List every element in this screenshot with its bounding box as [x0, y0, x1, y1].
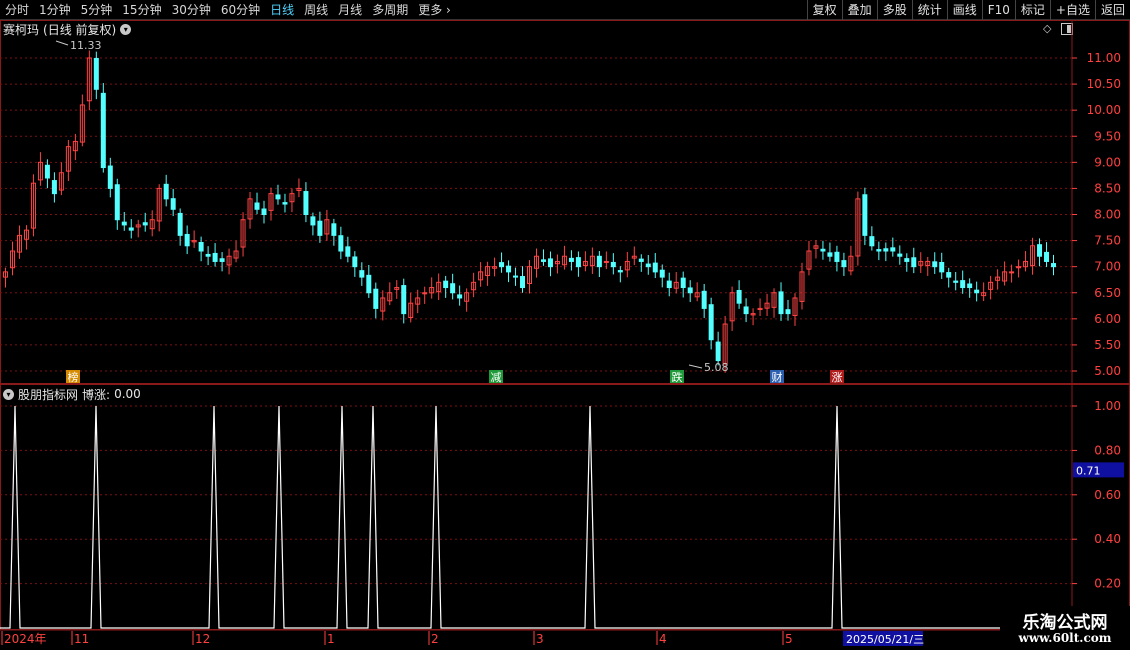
period-tab-6[interactable]: 日线 — [265, 0, 299, 20]
date-tick-label: 12 — [195, 632, 210, 646]
period-tab-2[interactable]: 5分钟 — [76, 0, 118, 20]
period-tab-7[interactable]: 周线 — [299, 0, 333, 20]
tool-button-2[interactable]: 多股 — [876, 0, 912, 20]
tool-button-4[interactable]: 画线 — [946, 0, 982, 20]
chevron-down-icon[interactable]: ▾ — [3, 388, 14, 400]
watermark: 乐淘公式网 www.60lt.com — [1000, 606, 1130, 650]
period-tab-1[interactable]: 1分钟 — [34, 0, 76, 20]
indicator-name: 股朋指标网 — [18, 387, 79, 402]
period-tab-10[interactable]: 更多 › — [413, 0, 456, 20]
stock-name: 赛柯玛 — [3, 22, 40, 37]
chart-mode: (日线 前复权) — [43, 22, 117, 37]
tool-button-7[interactable]: +自选 — [1049, 0, 1095, 20]
date-tick-label: 4 — [659, 632, 667, 646]
tool-button-3[interactable]: 统计 — [911, 0, 947, 20]
period-tab-8[interactable]: 月线 — [333, 0, 367, 20]
chevron-down-icon[interactable]: ▾ — [120, 23, 132, 35]
period-tabs: 分时 1分钟 5分钟 15分钟 30分钟 60分钟 日线 周线 月线 多周期 更多 › — [0, 0, 456, 20]
date-axis: 2024年 11 12 1 2 3 4 5 2025/05/21/三 — [0, 629, 1130, 646]
period-tab-4[interactable]: 30分钟 — [167, 0, 216, 20]
tool-button-1[interactable]: 叠加 — [841, 0, 877, 20]
date-tick-label: 5 — [785, 632, 793, 646]
date-tick-label: 11 — [74, 632, 89, 646]
tool-button-0[interactable]: 复权 — [806, 0, 842, 20]
indicator-panel-title: ▾ 股朋指标网 博涨: 0.00 — [3, 386, 141, 402]
period-tab-5[interactable]: 60分钟 — [216, 0, 265, 20]
tool-buttons: 复权 叠加 多股 统计 画线 F10 标记 +自选 返回 — [806, 0, 1130, 20]
cursor-date-box — [843, 631, 923, 646]
period-tab-0[interactable]: 分时 — [0, 0, 34, 20]
period-toolbar: 分时 1分钟 5分钟 15分钟 30分钟 60分钟 日线 周线 月线 多周期 更多 › 复权 叠加 多股… — [0, 0, 1130, 20]
indicator-panel — [0, 384, 1130, 630]
indicator-series-label: 博涨: — [82, 387, 111, 402]
period-tab-9[interactable]: 多周期 — [367, 0, 413, 20]
date-tick-label: 1 — [327, 632, 335, 646]
tool-button-5[interactable]: F10 — [981, 0, 1015, 20]
diamond-icon[interactable]: ◇ — [1043, 23, 1055, 35]
date-tick-label: 3 — [536, 632, 544, 646]
tool-button-8[interactable]: 返回 — [1094, 0, 1130, 20]
panel-toggle-icon[interactable] — [1061, 23, 1073, 35]
date-tick-label: 2 — [431, 632, 439, 646]
watermark-title: 乐淘公式网 — [1022, 613, 1108, 633]
tool-button-6[interactable]: 标记 — [1014, 0, 1050, 20]
date-tick-label: 2024年 — [4, 632, 47, 646]
cursor-date-label: 2025/05/21/三 — [846, 633, 924, 646]
watermark-url: www.60lt.com — [1018, 631, 1112, 645]
price-panel-title: 赛柯玛 (日线 前复权) ▾ — [3, 21, 132, 37]
price-panel — [0, 20, 1130, 384]
indicator-series-value: 0.00 — [114, 387, 141, 401]
period-tab-3[interactable]: 15分钟 — [117, 0, 166, 20]
